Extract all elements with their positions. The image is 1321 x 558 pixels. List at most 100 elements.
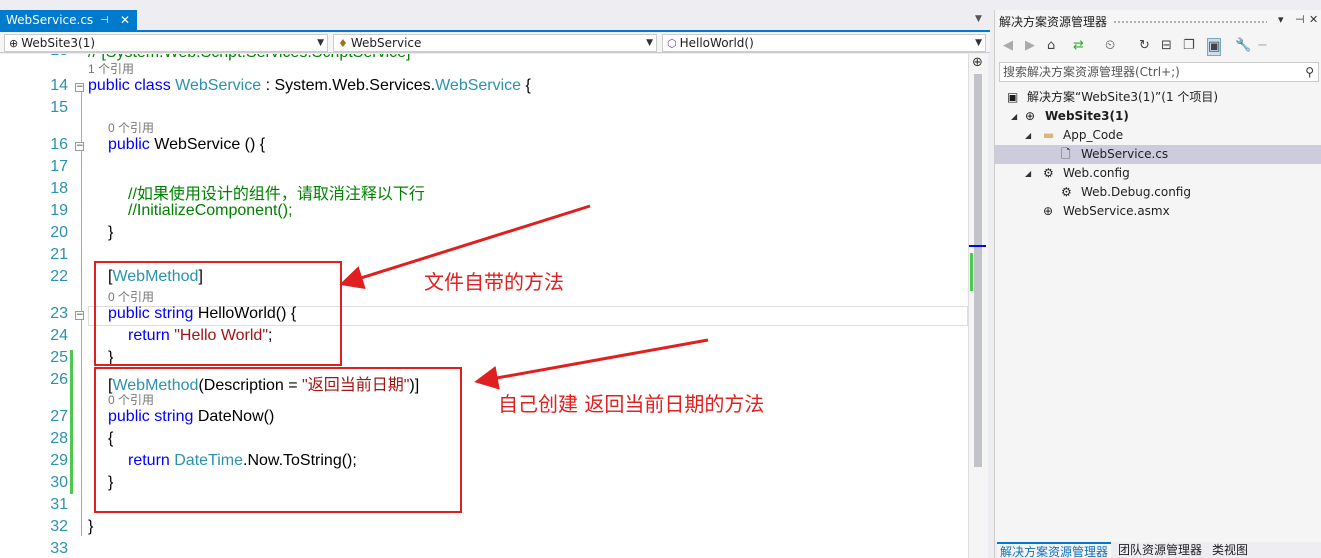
line-number: 28	[50, 430, 68, 447]
panel-bottom-tabs: 解决方案资源管理器 团队资源管理器 类视图	[995, 542, 1321, 558]
project-dropdown[interactable]: ⊕ WebSite3(1) ▼	[4, 34, 328, 52]
minus-icon[interactable]: −	[1257, 38, 1268, 54]
properties-icon[interactable]: 🔧	[1235, 38, 1251, 54]
collapse-icon[interactable]: −	[75, 83, 84, 92]
asmx-icon: ⊕	[1043, 204, 1054, 218]
cs-file-icon: 🗋	[1061, 147, 1071, 161]
reference-count[interactable]: 0 个引用	[108, 119, 154, 136]
line-number: 24	[50, 327, 68, 344]
line-number: 21	[50, 246, 68, 263]
folder-icon: ▬	[1043, 128, 1055, 142]
tree-item-label: Web.config	[1063, 166, 1130, 180]
highlight-box-helloworld	[94, 261, 342, 366]
tree-item-webservice-asmx[interactable]: ⊕ WebService.asmx	[995, 202, 1321, 221]
method-icon: ⬡	[667, 37, 677, 50]
code-line-13: // [System.Web.Script.Services.ScriptSer…	[88, 54, 410, 62]
collapse-all-icon[interactable]: ⊟	[1161, 38, 1172, 54]
tree-item-label: WebService.cs	[1081, 147, 1169, 161]
tree-item-project[interactable]: ◢ ⊕ WebSite3(1)	[995, 107, 1321, 126]
expanded-icon[interactable]: ◢	[1011, 107, 1017, 126]
tree-item-label: Web.Debug.config	[1081, 185, 1191, 199]
tab-team-explorer[interactable]: 团队资源管理器	[1115, 542, 1205, 558]
member-dropdown-value: HelloWorld()	[679, 36, 754, 50]
class-icon: ♦	[338, 37, 348, 50]
tree-item-web-config[interactable]: ◢ ⚙ Web.config	[995, 164, 1321, 183]
preview-selected-icon[interactable]: ▣	[1207, 38, 1222, 56]
code-line-19: //InitializeComponent();	[128, 202, 293, 219]
member-dropdown[interactable]: ⬡ HelloWorld() ▼	[662, 34, 986, 52]
chevron-down-icon: ▼	[975, 38, 982, 48]
tree-item-solution[interactable]: ▣ 解决方案“WebSite3(1)”(1 个项目)	[995, 88, 1321, 107]
close-icon[interactable]: ✕	[1309, 13, 1318, 26]
scrollbar-thumb[interactable]	[974, 74, 982, 467]
highlight-box-datenow	[94, 367, 462, 513]
line-number: 29	[50, 452, 68, 469]
pending-changes-icon[interactable]: ⏲	[1105, 38, 1115, 54]
config-icon: ⚙	[1061, 185, 1072, 199]
line-number: 33	[50, 540, 68, 557]
line-number: 13	[34, 54, 68, 60]
tree-item-app-code[interactable]: ◢ ▬ App_Code	[995, 126, 1321, 145]
tab-solution-explorer[interactable]: 解决方案资源管理器	[997, 542, 1112, 558]
tree-item-label: WebService.asmx	[1063, 204, 1170, 218]
tree-item-label: 解决方案“WebSite3(1)”(1 个项目)	[1027, 90, 1219, 104]
collapse-icon[interactable]: −	[75, 142, 84, 151]
pin-icon[interactable]: ⊣	[100, 10, 109, 31]
forward-icon[interactable]: ▶	[1025, 38, 1035, 54]
code-line-18: //如果使用设计的组件，请取消注释以下行	[128, 186, 425, 203]
reference-count[interactable]: 1 个引用	[88, 60, 134, 77]
chevron-down-icon: ▼	[646, 38, 653, 48]
solution-icon: ▣	[1007, 90, 1019, 104]
expanded-icon[interactable]: ◢	[1025, 164, 1031, 183]
tree-item-web-debug-config[interactable]: ⚙ Web.Debug.config	[995, 183, 1321, 202]
globe-icon: ⊕	[9, 37, 19, 50]
document-tab-well: WebService.cs ⊣ ✕	[0, 10, 990, 32]
line-number: 14	[50, 77, 68, 94]
tab-class-view[interactable]: 类视图	[1209, 542, 1251, 558]
line-number: 19	[50, 202, 68, 219]
tab-title: WebService.cs	[6, 13, 94, 27]
home-icon[interactable]: ⌂	[1047, 38, 1055, 54]
search-placeholder: 搜索解决方案资源管理器(Ctrl+;)	[1003, 65, 1180, 79]
search-icon[interactable]: ⚲	[1305, 63, 1314, 81]
solution-explorer-panel: 解决方案资源管理器 ▾ ⊣ ✕ ◀ ▶ ⌂ ⇄ ⏲ ↻ ⊟ ❐ ▣ 🔧 − 搜索…	[994, 10, 1321, 558]
line-number: 20	[50, 224, 68, 241]
split-editor-icon[interactable]: ⊕	[972, 55, 983, 70]
line-number: 16	[50, 136, 68, 153]
pin-icon[interactable]: ⊣	[1295, 13, 1305, 26]
class-dropdown[interactable]: ♦ WebService ▼	[333, 34, 657, 52]
refresh-icon[interactable]: ↻	[1139, 38, 1150, 54]
expanded-icon[interactable]: ◢	[1025, 126, 1031, 145]
sync-icon[interactable]: ⇄	[1073, 38, 1084, 54]
back-icon[interactable]: ◀	[1003, 38, 1013, 54]
chevron-down-icon[interactable]: ▾	[1278, 13, 1284, 26]
line-number: 26	[50, 371, 68, 388]
chevron-down-icon: ▼	[317, 38, 324, 48]
project-dropdown-value: WebSite3(1)	[21, 36, 96, 50]
panel-title: 解决方案资源管理器	[999, 15, 1108, 29]
annotation-builtin-method: 文件自带的方法	[424, 270, 564, 294]
code-line-14: public class WebService : System.Web.Ser…	[88, 77, 531, 94]
solution-search-input[interactable]: 搜索解决方案资源管理器(Ctrl+;) ⚲	[999, 62, 1319, 82]
collapse-icon[interactable]: −	[75, 311, 84, 320]
line-number: 22	[50, 268, 68, 285]
line-number: 17	[50, 158, 68, 175]
solution-tree: ▣ 解决方案“WebSite3(1)”(1 个项目) ◢ ⊕ WebSite3(…	[995, 88, 1321, 538]
line-number: 27	[50, 408, 68, 425]
line-number: 15	[50, 99, 68, 116]
globe-icon: ⊕	[1025, 109, 1036, 123]
show-all-files-icon[interactable]: ❐	[1183, 38, 1195, 54]
tab-webservice-cs[interactable]: WebService.cs ⊣ ✕	[0, 10, 137, 32]
tree-item-label: WebSite3(1)	[1045, 109, 1129, 123]
panel-grip[interactable]	[1113, 20, 1267, 24]
tree-item-label: App_Code	[1063, 128, 1124, 142]
ide-window: { "editor_tab": {"title": "WebService.cs…	[0, 0, 1321, 558]
config-icon: ⚙	[1043, 166, 1054, 180]
tab-overflow-dropdown-icon[interactable]: ▼	[975, 14, 982, 24]
tree-item-webservice-cs[interactable]: 🗋 WebService.cs	[995, 145, 1321, 164]
line-number: 32	[50, 518, 68, 535]
annotation-custom-method: 自己创建 返回当前日期的方法	[498, 392, 765, 416]
line-number: 31	[50, 496, 68, 513]
caret-position-marker	[969, 245, 986, 247]
close-icon[interactable]: ✕	[120, 10, 130, 31]
